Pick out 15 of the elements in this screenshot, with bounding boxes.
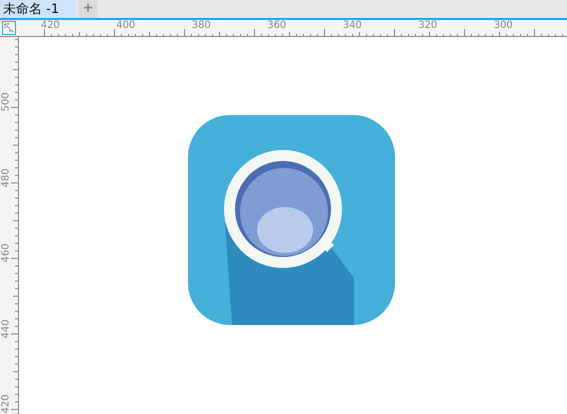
ruler-label: 320 [417,20,438,33]
search-app-icon [188,114,398,326]
ruler-label: 460 [0,242,12,264]
ruler-label: 420 [0,393,12,414]
ruler-label: 340 [342,20,363,33]
ruler-label: 440 [0,318,12,339]
ruler-label: 420 [40,20,61,33]
ruler-label: 360 [266,20,288,33]
ruler-label: 300 [492,20,514,33]
ruler-label: 500 [0,91,12,112]
ruler-origin-icon[interactable] [2,21,16,35]
ruler-label: 480 [0,166,12,188]
document-tab[interactable]: 未命名 -1 [0,0,76,18]
ruler-label: 400 [115,20,136,33]
ruler-label: 380 [190,20,212,33]
